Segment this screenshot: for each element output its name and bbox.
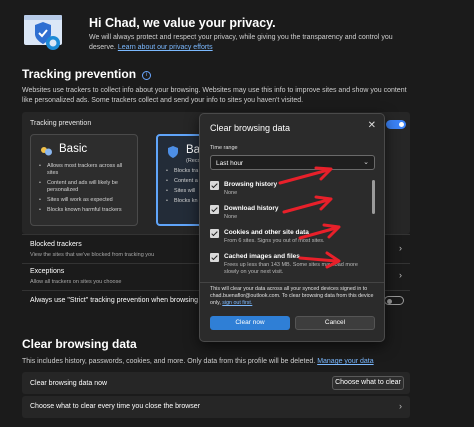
sync-note: This will clear your data across all you…	[210, 286, 380, 307]
chevron-right-icon: ›	[399, 270, 402, 280]
toggle-knob	[387, 299, 392, 304]
annotation-arrow-icon	[278, 166, 333, 185]
tracking-level-basic-card[interactable]: Basic Allows most trackers across all si…	[30, 134, 138, 226]
chevron-down-icon: ⌄	[363, 159, 369, 166]
data-types-list[interactable]: Browsing history None Download history N…	[210, 178, 368, 280]
privacy-greeting-title: Hi Chad, we value your privacy.	[89, 16, 276, 30]
blocked-trackers-subtitle: View the sites that we've blocked from t…	[30, 252, 155, 258]
privacy-greeting-body: We will always protect and respect your …	[89, 33, 419, 53]
annotation-arrow-icon	[298, 251, 341, 269]
toggle-knob	[399, 122, 404, 127]
close-icon[interactable]: ✕	[368, 120, 376, 131]
list-item: Blocks known harmful trackers	[39, 207, 135, 214]
clear-browsing-data-heading: Clear browsing data	[22, 337, 137, 351]
list-item: Sites will work as expected	[39, 197, 135, 204]
dialog-divider	[200, 282, 384, 283]
list-item: Content and ads will likely be personali…	[39, 180, 135, 194]
clear-browsing-data-now-label: Clear browsing data now	[30, 380, 108, 387]
time-range-value: Last hour	[216, 160, 244, 167]
exceptions-subtitle: Allow all trackers on sites you choose	[30, 279, 122, 285]
tracking-prevention-heading: Tracking prevention i	[22, 67, 152, 81]
basic-level-icon	[41, 147, 52, 156]
time-range-label: Time range	[210, 145, 238, 151]
basic-card-title: Basic	[59, 143, 88, 155]
balanced-level-icon	[168, 146, 178, 158]
privacy-shield-illustration-icon	[24, 15, 62, 50]
manage-your-data-link[interactable]: Manage your data	[317, 358, 373, 365]
sign-out-first-link[interactable]: sign out first.	[222, 300, 252, 306]
annotation-arrow-icon	[282, 195, 333, 214]
dialog-title: Clear browsing data	[210, 123, 291, 133]
clear-browsing-data-description: This includes history, passwords, cookie…	[22, 357, 412, 367]
dialog-scrollbar[interactable]	[372, 180, 375, 214]
clear-browsing-data-dialog: Clear browsing data ✕ Time range Last ho…	[199, 113, 385, 342]
chevron-right-icon: ›	[399, 401, 402, 411]
annotation-arrow-icon	[298, 223, 341, 240]
cookies-checkbox[interactable]	[210, 229, 219, 238]
tracking-prevention-description: Websites use trackers to collect info ab…	[22, 87, 407, 104]
exceptions-title: Exceptions	[30, 268, 65, 275]
basic-card-bullets: Allows most trackers across all sites Co…	[39, 163, 135, 217]
strict-inprivate-toggle[interactable]	[384, 296, 404, 305]
privacy-efforts-link[interactable]: Learn about our privacy efforts	[118, 44, 213, 51]
cancel-button[interactable]: Cancel	[295, 316, 375, 330]
list-item: Allows most trackers across all sites	[39, 163, 135, 177]
clear-on-close-label: Choose what to clear every time you clos…	[30, 403, 201, 410]
clear-browsing-data-description-text: This includes history, passwords, cookie…	[22, 358, 316, 365]
strict-inprivate-label: Always use "Strict" tracking prevention …	[30, 297, 202, 304]
cached-images-checkbox[interactable]	[210, 253, 219, 262]
clear-now-button[interactable]: Clear now	[210, 316, 290, 330]
chevron-right-icon: ›	[399, 243, 402, 253]
option-title: Browsing history	[224, 181, 278, 188]
info-icon[interactable]: i	[142, 71, 152, 80]
tracking-prevention-toggle[interactable]	[386, 120, 406, 129]
option-title: Download history	[224, 205, 279, 212]
tracking-prevention-panel-label: Tracking prevention	[30, 120, 92, 127]
blocked-trackers-title: Blocked trackers	[30, 241, 82, 248]
download-history-checkbox[interactable]	[210, 205, 219, 214]
choose-what-to-clear-button[interactable]: Choose what to clear	[332, 376, 404, 390]
tracking-prevention-heading-text: Tracking prevention	[22, 67, 137, 81]
clear-on-close-row[interactable]: Choose what to clear every time you clos…	[22, 396, 410, 418]
browsing-history-checkbox[interactable]	[210, 181, 219, 190]
option-title: Cached images and files	[224, 253, 300, 260]
